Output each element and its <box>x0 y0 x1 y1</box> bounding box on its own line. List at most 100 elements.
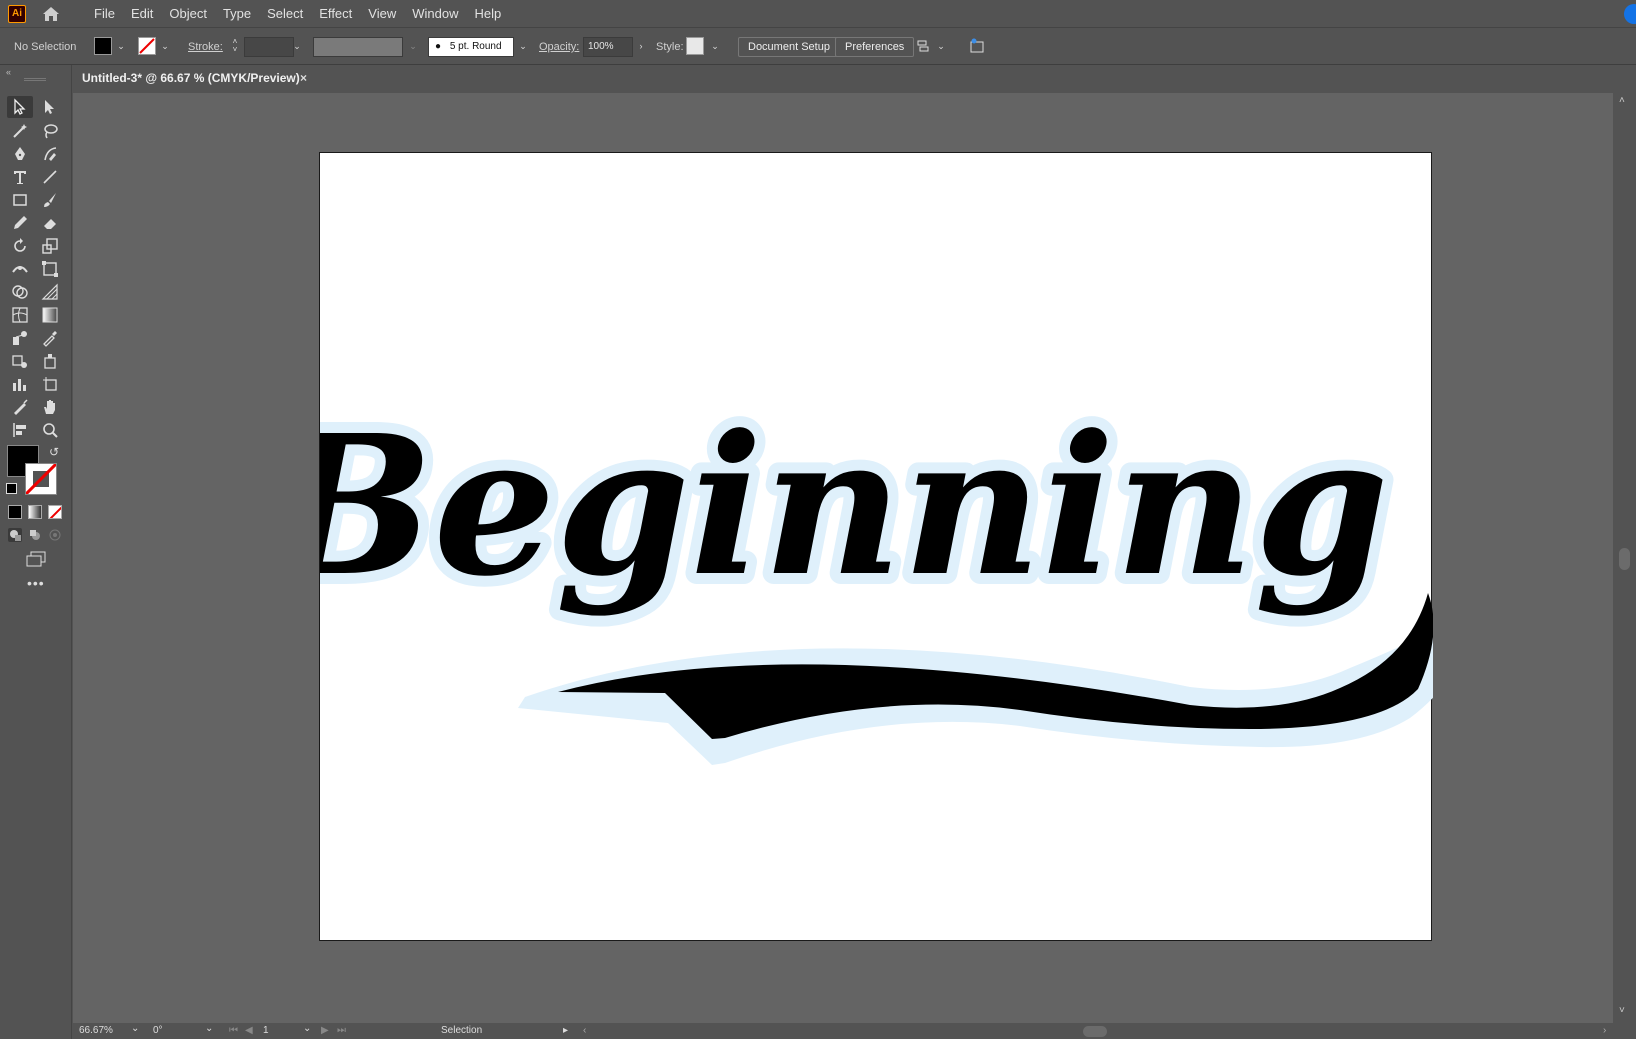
first-artboard-icon[interactable]: ⏮ <box>229 1025 238 1036</box>
line-segment-tool-icon[interactable] <box>37 166 63 188</box>
width-tool-icon[interactable] <box>7 258 33 280</box>
stroke-weight-input[interactable] <box>244 37 294 57</box>
close-icon[interactable]: × <box>300 65 307 92</box>
stroke-stepper-icon[interactable]: ˄ ˅ <box>228 37 242 55</box>
vertical-scrollbar[interactable]: ˄ ˅ <box>1613 93 1636 1023</box>
previous-artboard-icon[interactable]: ◀ <box>245 1025 253 1036</box>
symbol-sprayer-tool-icon[interactable] <box>37 350 63 372</box>
variable-width-profile[interactable] <box>313 37 403 57</box>
draw-inside-icon[interactable] <box>48 528 62 542</box>
scale-tool-icon[interactable] <box>37 235 63 257</box>
rotation-value[interactable]: 0° <box>153 1025 163 1036</box>
scroll-down-icon[interactable]: ˅ <box>1619 1005 1625 1016</box>
blend-tool-icon[interactable] <box>7 327 33 349</box>
preferences-button[interactable]: Preferences <box>835 37 915 57</box>
swap-colors-icon[interactable]: ↺ <box>49 445 59 459</box>
align-dropdown-icon[interactable]: ⌄ <box>934 37 948 55</box>
scroll-left-icon[interactable]: ‹ <box>583 1025 586 1036</box>
type-tool-icon[interactable] <box>7 166 33 188</box>
mesh-tool-icon[interactable] <box>7 304 33 326</box>
artwork[interactable]: Beginning Beginning <box>255 153 1469 942</box>
vertical-scroll-thumb[interactable] <box>1619 548 1630 570</box>
document-tab[interactable]: Untitled-3* @ 66.67 % (CMYK/Preview) × <box>72 65 312 92</box>
none-mode-icon[interactable] <box>48 505 62 519</box>
menu-select[interactable]: Select <box>259 0 311 28</box>
last-artboard-icon[interactable]: ⏭ <box>337 1025 346 1036</box>
curvature-tool-icon[interactable] <box>37 143 63 165</box>
free-transform-tool-icon[interactable] <box>37 258 63 280</box>
zoom-tool-icon[interactable] <box>37 419 63 441</box>
menu-effect[interactable]: Effect <box>311 0 360 28</box>
zoom-dropdown-icon[interactable]: ⌄ <box>131 1023 139 1034</box>
align-tool-icon[interactable] <box>7 419 33 441</box>
menu-edit[interactable]: Edit <box>123 0 161 28</box>
hand-tool-icon[interactable] <box>37 396 63 418</box>
opacity-arrow-icon[interactable]: › <box>634 37 648 55</box>
rotate-tool-icon[interactable] <box>7 235 33 257</box>
magic-wand-tool-icon[interactable] <box>7 120 33 142</box>
color-mode-icon[interactable] <box>8 505 22 519</box>
shape-builder-tool-icon[interactable] <box>7 281 33 303</box>
fill-dropdown-icon[interactable]: ⌄ <box>114 37 128 55</box>
document-setup-button[interactable]: Document Setup <box>738 37 840 57</box>
artboard[interactable]: Beginning Beginning <box>255 152 1469 942</box>
graphic-style-swatch[interactable] <box>686 37 704 55</box>
panel-grip[interactable] <box>24 78 46 81</box>
brush-definition-field[interactable]: ● 5 pt. Round <box>428 37 514 57</box>
gradient-mode-icon[interactable] <box>28 505 42 519</box>
change-screen-mode-icon[interactable] <box>25 551 47 567</box>
gradient-tool-icon[interactable] <box>37 304 63 326</box>
menu-help[interactable]: Help <box>466 0 509 28</box>
scroll-right-icon[interactable]: › <box>1603 1025 1606 1036</box>
status-menu-arrow-icon[interactable]: ▸ <box>563 1025 568 1036</box>
menu-bar: Ai File Edit Object Type Select Effect V… <box>0 0 1636 28</box>
menu-type[interactable]: Type <box>215 0 259 28</box>
menu-object[interactable]: Object <box>161 0 215 28</box>
align-options-icon[interactable] <box>914 37 932 55</box>
direct-selection-tool-icon[interactable] <box>37 96 63 118</box>
fill-swatch[interactable] <box>94 37 112 55</box>
opacity-label[interactable]: Opacity: <box>539 38 579 56</box>
menu-view[interactable]: View <box>360 0 404 28</box>
stroke-color-box[interactable] <box>24 462 58 496</box>
pencil-tool-icon[interactable] <box>7 212 33 234</box>
paintbrush-tool-icon[interactable] <box>37 189 63 211</box>
scroll-up-icon[interactable]: ˄ <box>1619 95 1625 106</box>
profile-dropdown-icon[interactable]: ⌄ <box>406 37 420 55</box>
share-button[interactable] <box>1624 4 1636 24</box>
stroke-label[interactable]: Stroke: <box>188 38 223 56</box>
zoom-level[interactable]: 66.67% <box>79 1025 113 1036</box>
menu-file[interactable]: File <box>86 0 123 28</box>
arrange-documents-icon[interactable] <box>968 37 986 55</box>
draw-normal-icon[interactable] <box>8 528 22 542</box>
brush-dropdown-icon[interactable]: ⌄ <box>516 37 530 55</box>
rectangle-tool-icon[interactable] <box>7 189 33 211</box>
draw-behind-icon[interactable] <box>28 528 42 542</box>
rotation-dropdown-icon[interactable]: ⌄ <box>205 1023 213 1034</box>
stroke-dropdown-icon[interactable]: ⌄ <box>158 37 172 55</box>
pen-tool-icon[interactable] <box>7 143 33 165</box>
artboard-number[interactable]: 1 <box>263 1025 269 1036</box>
artboard-tool-icon[interactable] <box>37 373 63 395</box>
next-artboard-icon[interactable]: ▶ <box>321 1025 329 1036</box>
selection-tool-icon[interactable] <box>7 96 33 118</box>
eyedropper-tool-icon[interactable] <box>37 327 63 349</box>
column-graph-tool-icon[interactable] <box>7 373 33 395</box>
lasso-tool-icon[interactable] <box>37 120 63 142</box>
stroke-weight-dropdown-icon[interactable]: ⌄ <box>290 37 304 55</box>
horizontal-scroll-thumb[interactable] <box>1083 1026 1107 1037</box>
artboard-dropdown-icon[interactable]: ⌄ <box>303 1023 311 1034</box>
style-dropdown-icon[interactable]: ⌄ <box>708 37 722 55</box>
opacity-input[interactable]: 100% <box>583 37 633 57</box>
live-paint-bucket-tool-icon[interactable] <box>7 350 33 372</box>
home-icon[interactable] <box>40 3 62 25</box>
slice-tool-icon[interactable] <box>7 396 33 418</box>
stroke-swatch[interactable] <box>138 37 156 55</box>
menu-window[interactable]: Window <box>404 0 466 28</box>
artwork-text: Beginning <box>320 394 1389 619</box>
default-colors-icon[interactable] <box>6 483 17 494</box>
perspective-grid-tool-icon[interactable] <box>37 281 63 303</box>
more-tools-icon[interactable]: ••• <box>27 575 45 591</box>
collapse-panel-icon[interactable]: « <box>6 67 11 77</box>
eraser-tool-icon[interactable] <box>37 212 63 234</box>
